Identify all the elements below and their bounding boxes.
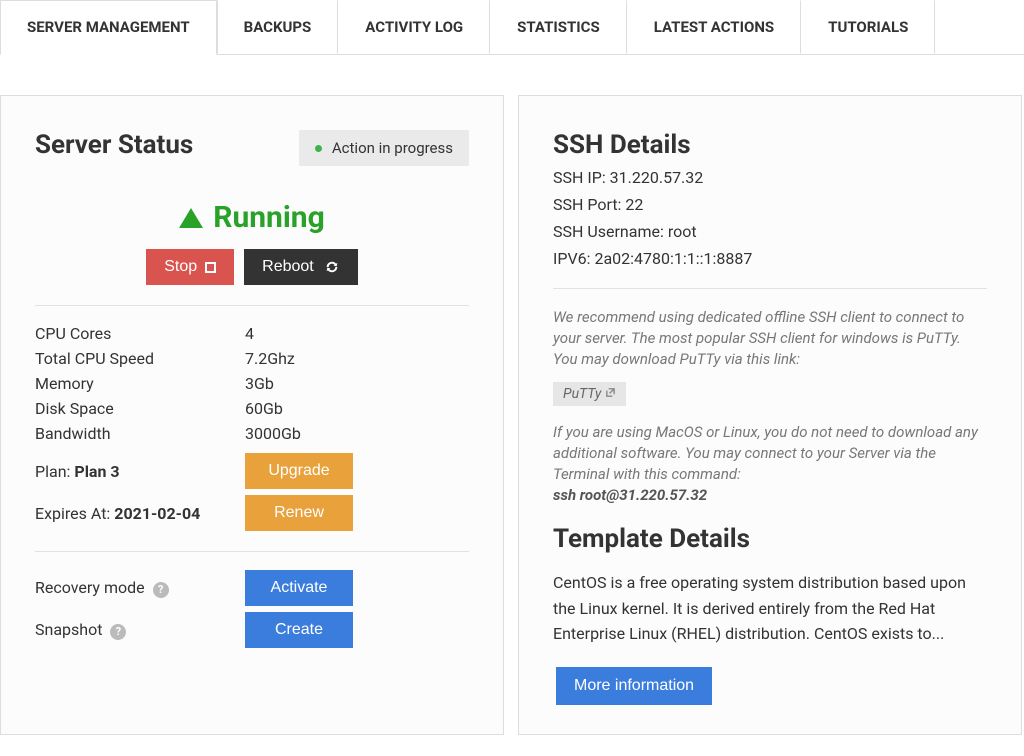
ssh-port-value: 22 (625, 195, 643, 214)
bandwidth-value: 3000Gb (245, 424, 469, 443)
memory-label: Memory (35, 374, 245, 393)
expires-date: 2021-02-04 (114, 504, 200, 523)
snapshot-label: Snapshot (35, 620, 102, 639)
external-link-icon (605, 386, 616, 402)
divider (35, 551, 469, 552)
triangle-up-icon (179, 208, 203, 228)
ssh-ip-label: SSH IP: (553, 168, 610, 187)
renew-button[interactable]: Renew (245, 495, 353, 531)
ssh-user-value: root (668, 222, 697, 241)
help-icon[interactable]: ? (153, 582, 169, 598)
upgrade-button[interactable]: Upgrade (245, 453, 353, 489)
tab-statistics[interactable]: STATISTICS (490, 0, 627, 54)
ssh-port-label: SSH Port: (553, 195, 625, 214)
tab-latest-actions[interactable]: LATEST ACTIONS (627, 0, 801, 54)
putty-label: PuTTy (563, 386, 601, 402)
ssh-details-panel: SSH Details SSH IP: 31.220.57.32 SSH Por… (518, 95, 1022, 735)
tab-backups[interactable]: BACKUPS (217, 0, 339, 54)
putty-link[interactable]: PuTTy (553, 382, 626, 406)
cpu-speed-label: Total CPU Speed (35, 349, 245, 368)
disk-value: 60Gb (245, 399, 469, 418)
ssh-ipv6-value: 2a02:4780:1:1::1:8887 (594, 249, 752, 268)
tab-activity-log[interactable]: ACTIVITY LOG (338, 0, 490, 54)
more-information-button[interactable]: More information (556, 667, 712, 705)
cpu-speed-value: 7.2Ghz (245, 349, 469, 368)
stop-label: Stop (164, 258, 197, 276)
help-icon[interactable]: ? (110, 624, 126, 640)
status-dot-icon (315, 145, 322, 152)
ssh-help-text-2: If you are using MacOS or Linux, you do … (553, 423, 978, 483)
refresh-icon (324, 260, 340, 274)
plan-prefix: Plan: (35, 462, 74, 481)
ssh-user-label: SSH Username: (553, 222, 668, 241)
tab-tutorials[interactable]: TUTORIALS (801, 0, 935, 54)
divider (35, 305, 469, 306)
tabs-bar: SERVER MANAGEMENT BACKUPS ACTIVITY LOG S… (0, 0, 1024, 55)
bandwidth-label: Bandwidth (35, 424, 245, 443)
memory-value: 3Gb (245, 374, 469, 393)
action-in-progress-chip: Action in progress (299, 130, 469, 166)
action-in-progress-text: Action in progress (332, 139, 453, 157)
recovery-mode-label: Recovery mode (35, 578, 145, 597)
reboot-button[interactable]: Reboot (244, 249, 358, 285)
expires-prefix: Expires At: (35, 504, 114, 523)
ssh-ip-value: 31.220.57.32 (610, 168, 704, 187)
running-label: Running (213, 200, 325, 235)
server-status-panel: Server Status Action in progress Running… (0, 95, 504, 735)
disk-label: Disk Space (35, 399, 245, 418)
stop-button[interactable]: Stop (146, 249, 234, 285)
divider (553, 288, 987, 289)
template-details-title: Template Details (553, 524, 987, 554)
create-snapshot-button[interactable]: Create (245, 612, 353, 648)
ssh-ipv6-label: IPV6: (553, 249, 594, 268)
template-description: CentOS is a free operating system distri… (553, 570, 987, 647)
ssh-help-text-1: We recommend using dedicated offline SSH… (553, 307, 987, 370)
ssh-command: ssh root@31.220.57.32 (553, 486, 707, 504)
activate-button[interactable]: Activate (245, 570, 353, 606)
server-status-title: Server Status (35, 130, 193, 160)
tab-server-management[interactable]: SERVER MANAGEMENT (0, 0, 217, 55)
cpu-cores-label: CPU Cores (35, 324, 245, 343)
reboot-label: Reboot (262, 258, 314, 276)
cpu-cores-value: 4 (245, 324, 469, 343)
ssh-details-title: SSH Details (553, 130, 987, 160)
running-status: Running (179, 200, 325, 235)
stop-icon (205, 262, 216, 273)
plan-name: Plan 3 (74, 462, 119, 481)
